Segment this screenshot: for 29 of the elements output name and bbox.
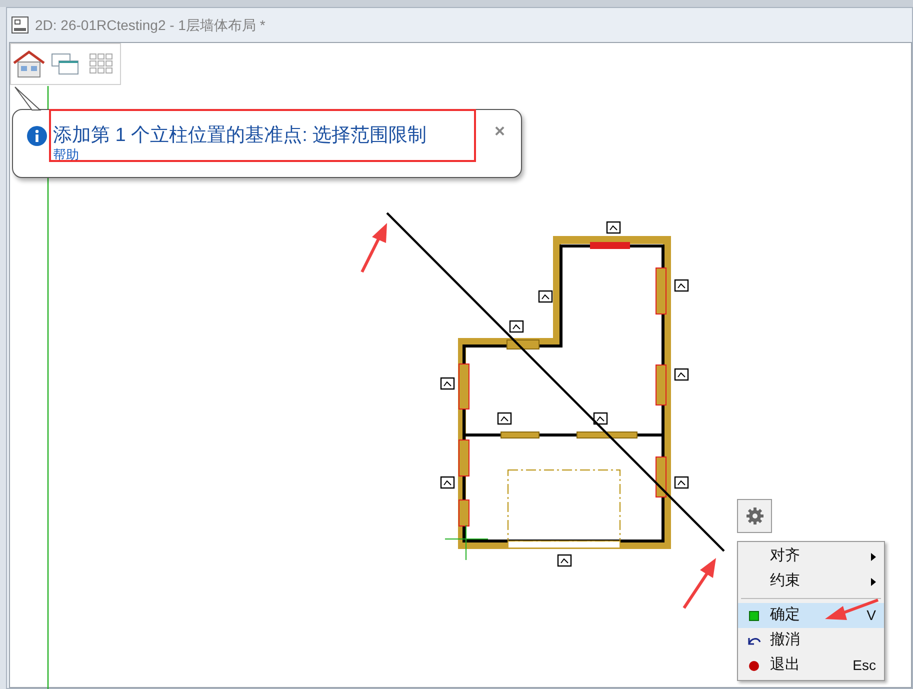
submenu-arrow-icon bbox=[871, 552, 876, 560]
menu-item-label: 退出 bbox=[770, 655, 800, 676]
annotation-arrow bbox=[825, 598, 879, 620]
menu-item[interactable]: 撤消 bbox=[738, 628, 884, 653]
square-icon bbox=[749, 610, 759, 620]
tooltip-message: 添加第 1 个立柱位置的基准点: 选择范围限制 bbox=[53, 124, 427, 148]
menu-item[interactable]: 确定 V bbox=[738, 603, 884, 628]
menu-item[interactable]: 退出 Esc bbox=[738, 653, 884, 678]
annotation-arrow bbox=[682, 558, 716, 609]
window-title: 2D: 26-01RCtesting2 - 1层墙体布局 * bbox=[35, 16, 266, 35]
house-icon bbox=[12, 50, 46, 78]
settings-icon bbox=[746, 507, 764, 525]
drawing-document-icon bbox=[11, 16, 29, 34]
annotation-arrow bbox=[360, 223, 387, 273]
grid-icon bbox=[88, 53, 115, 75]
settings-button[interactable] bbox=[737, 499, 772, 533]
menu-item-label: 对齐 bbox=[770, 546, 800, 566]
menu-item[interactable]: 对齐 bbox=[738, 544, 884, 569]
info-icon bbox=[27, 126, 47, 146]
submenu-arrow-icon bbox=[871, 578, 876, 586]
shortcut-label: Esc bbox=[852, 656, 877, 675]
overlapping-windows-icon bbox=[51, 52, 80, 76]
menu-item-label: 撤消 bbox=[770, 630, 800, 650]
shortcut-label: V bbox=[866, 606, 877, 625]
close-button[interactable]: × bbox=[494, 118, 505, 145]
menu-item[interactable]: 约束 bbox=[738, 569, 884, 594]
menu-item-label: 约束 bbox=[770, 571, 800, 592]
menu-item-label: 确定 bbox=[770, 605, 800, 626]
help-link[interactable]: 帮助 bbox=[53, 148, 79, 162]
